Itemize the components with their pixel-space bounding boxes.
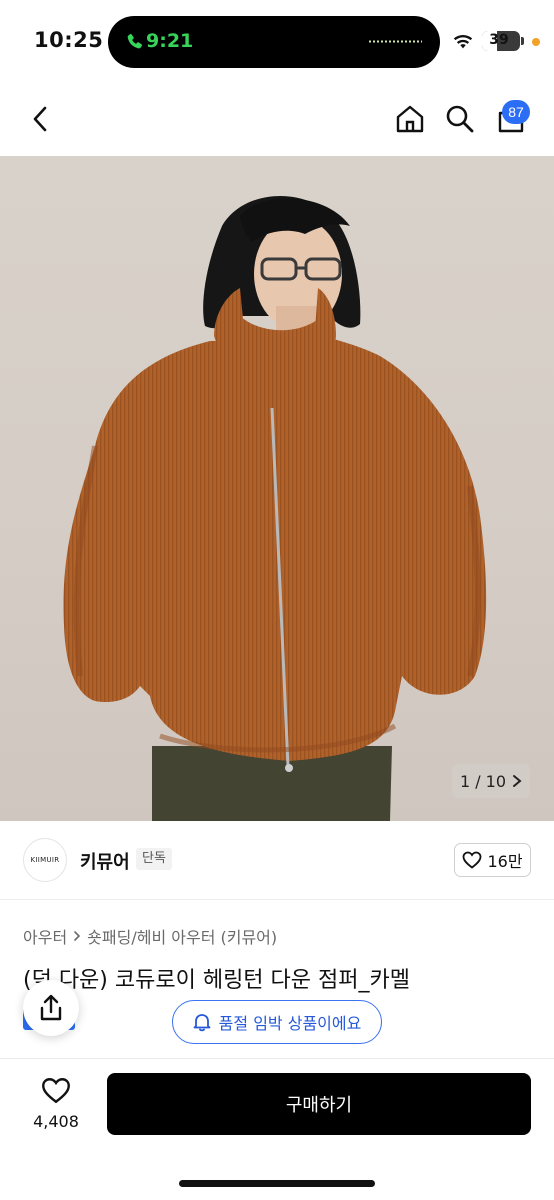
image-counter-button[interactable]: 1 / 10 (452, 764, 530, 798)
home-indicator[interactable] (179, 1180, 375, 1187)
wifi-icon (453, 35, 473, 49)
bottom-action-bar: 4,408 구매하기 (0, 1058, 554, 1200)
wishlist-button[interactable]: 4,408 (24, 1077, 88, 1131)
product-page: 10:25 9:21 39 87 1 / 10 KIIMUIR 키뮤어 단독 1… (0, 0, 554, 1200)
brand-name-link[interactable]: 키뮤어 (80, 848, 130, 874)
phone-icon (127, 33, 143, 49)
chevron-right-icon (74, 931, 81, 941)
home-button[interactable] (391, 100, 429, 138)
wishlist-count: 4,408 (33, 1112, 79, 1131)
back-button[interactable] (22, 100, 60, 138)
buy-button[interactable]: 구매하기 (107, 1073, 531, 1135)
dynamic-island-call[interactable]: 9:21 (108, 16, 440, 68)
share-icon (40, 994, 62, 1021)
battery-percent: 39 (489, 32, 509, 48)
search-button[interactable] (441, 100, 479, 138)
chevron-right-icon (513, 775, 522, 787)
brand-logo[interactable]: KIIMUIR (23, 838, 67, 882)
battery-icon: 39 (482, 31, 520, 51)
product-photo (63, 196, 487, 821)
soldout-soon-text: 품절 임박 상품이에요 (218, 1014, 362, 1033)
brand-like-button[interactable]: 16만 (454, 843, 531, 877)
battery-tip (521, 37, 524, 45)
status-time: 10:25 (34, 28, 104, 52)
privacy-indicator-dot (532, 38, 540, 46)
brand-like-count: 16만 (487, 852, 523, 871)
back-arrow-icon (33, 106, 47, 132)
bell-icon (193, 1014, 211, 1032)
breadcrumb-category[interactable]: 아우터 (23, 924, 67, 948)
product-image-carousel[interactable] (0, 156, 554, 821)
status-bar: 10:25 9:21 39 (0, 0, 554, 82)
brand-logo-text: KIIMUIR (30, 856, 60, 864)
search-icon (446, 105, 474, 133)
audio-waveform (368, 40, 422, 43)
brand-row: KIIMUIR 키뮤어 단독 16만 (0, 822, 554, 900)
call-duration: 9:21 (146, 30, 194, 52)
image-counter-text: 1 / 10 (459, 771, 507, 791)
soldout-soon-notice[interactable]: 품절 임박 상품이에요 (172, 1000, 382, 1044)
home-icon (396, 105, 424, 133)
share-button[interactable] (23, 980, 79, 1036)
heart-icon (463, 851, 482, 869)
breadcrumb-subcategory[interactable]: 숏패딩/헤비 아우터 (키뮤어) (87, 924, 277, 948)
product-title: (덕 다운) 코듀로이 헤링턴 다운 점퍼_카멜 (23, 968, 410, 993)
top-nav (0, 82, 554, 156)
exclusive-badge: 단독 (136, 848, 172, 870)
heart-icon (42, 1078, 70, 1104)
breadcrumb: 아우터 숏패딩/헤비 아우터 (키뮤어) (23, 924, 277, 948)
cart-count-badge: 87 (502, 100, 530, 124)
